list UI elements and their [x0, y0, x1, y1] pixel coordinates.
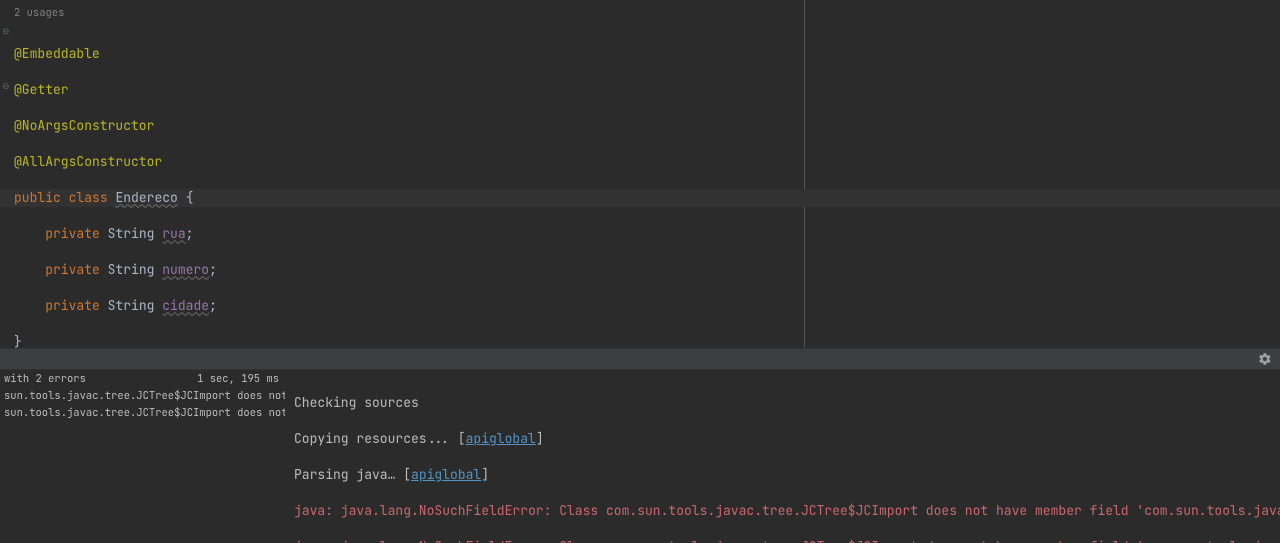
ide-window: ⊖ ⊖ 2 usages @Embeddable @Getter @NoArgs…: [0, 0, 1280, 543]
code-line: @AllArgsConstructor: [14, 153, 804, 171]
code-line: }: [14, 333, 804, 351]
class-name: Endereco: [115, 189, 177, 206]
gear-icon[interactable]: [1258, 352, 1272, 366]
code-line: @Getter: [14, 81, 804, 99]
code-line: @NoArgsConstructor: [14, 117, 804, 135]
keyword-private: private: [45, 261, 100, 278]
build-status-panel[interactable]: with 2 errors 1 sec, 195 ms sun.tools.ja…: [0, 370, 286, 543]
usages-hint[interactable]: 2 usages: [0, 0, 804, 19]
annotation-embeddable: @Embeddable: [14, 45, 100, 62]
code-line: @Embeddable: [14, 45, 804, 63]
gutter-fold-icon[interactable]: ⊖: [2, 80, 10, 92]
type-string: String: [108, 297, 155, 314]
field-numero: numero: [162, 261, 209, 278]
keyword-private: private: [45, 225, 100, 242]
editor-area: ⊖ ⊖ 2 usages @Embeddable @Getter @NoArgs…: [0, 0, 1280, 348]
editor-pane[interactable]: ⊖ ⊖ 2 usages @Embeddable @Getter @NoArgs…: [0, 0, 805, 348]
keyword-private: private: [45, 297, 100, 314]
code-line: private String numero;: [14, 261, 804, 279]
console-error-line: java: java.lang.NoSuchFieldError: Class …: [294, 538, 1272, 543]
editor-secondary-pane[interactable]: [805, 0, 1280, 348]
build-tool-window: with 2 errors 1 sec, 195 ms sun.tools.ja…: [0, 370, 1280, 543]
module-link[interactable]: apiglobal: [411, 466, 481, 483]
console-line: Parsing java… [apiglobal]: [294, 466, 1272, 484]
console-error-line: java: java.lang.NoSuchFieldError: Class …: [294, 502, 1272, 520]
close-brace: }: [14, 333, 22, 350]
field-cidade: cidade: [162, 297, 209, 314]
code-block[interactable]: @Embeddable @Getter @NoArgsConstructor @…: [0, 19, 804, 387]
type-string: String: [108, 225, 155, 242]
keyword-class: class: [69, 189, 108, 206]
error-list-item[interactable]: sun.tools.javac.tree.JCTree$JCImport doe…: [0, 388, 285, 405]
console-line: Copying resources... [apiglobal]: [294, 430, 1272, 448]
console-line: Checking sources: [294, 394, 1272, 412]
module-link[interactable]: apiglobal: [466, 430, 536, 447]
field-rua: rua: [162, 225, 185, 242]
gutter-fold-icon[interactable]: ⊖: [2, 25, 10, 37]
code-line: private String cidade;: [14, 297, 804, 315]
annotation-getter: @Getter: [14, 81, 69, 98]
open-brace: {: [186, 189, 194, 206]
keyword-public: public: [14, 189, 61, 206]
code-line: private String rua;: [14, 225, 804, 243]
error-list-item[interactable]: sun.tools.javac.tree.JCTree$JCImport doe…: [0, 405, 285, 422]
annotation-allargs: @AllArgsConstructor: [14, 153, 162, 170]
build-console[interactable]: Checking sources Copying resources... [a…: [286, 370, 1280, 543]
type-string: String: [108, 261, 155, 278]
code-line-active: public class Endereco {: [0, 189, 1280, 207]
annotation-noargs: @NoArgsConstructor: [14, 117, 154, 134]
